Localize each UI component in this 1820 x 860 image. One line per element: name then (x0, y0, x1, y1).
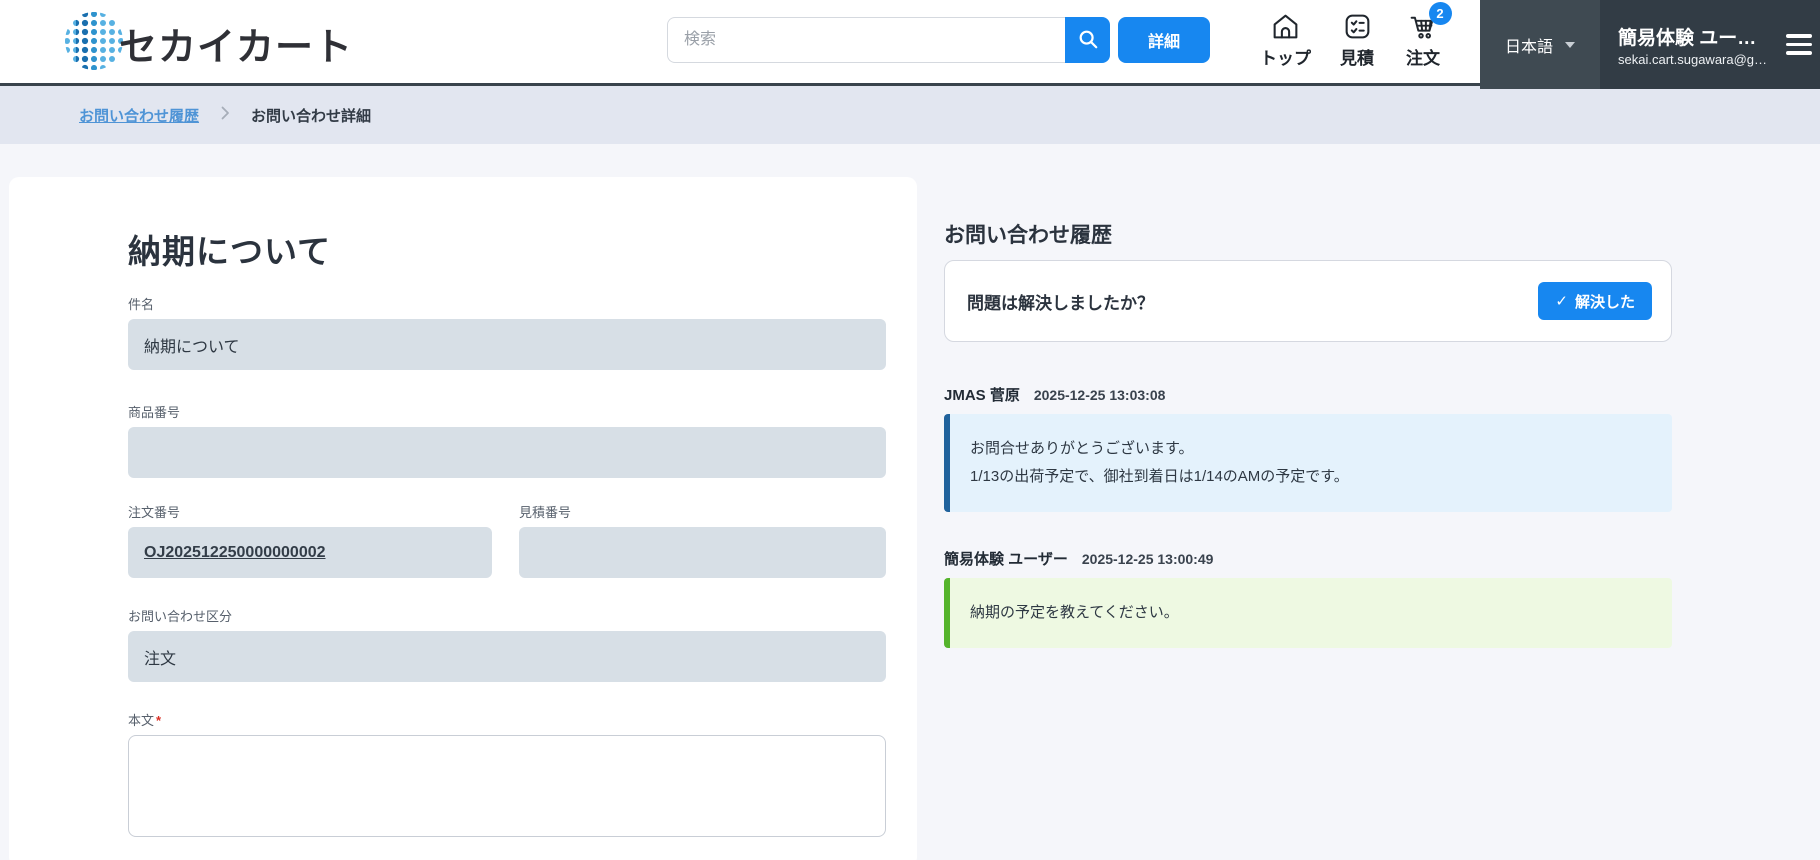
breadcrumb-current-page: お問い合わせ詳細 (251, 107, 372, 125)
message-line: 1/13の出荷予定で、御社到着日は1/14のAMの予定です。 (970, 468, 1349, 485)
home-icon (1270, 8, 1301, 42)
order-number-link[interactable]: OJ202512250000000002 (144, 544, 326, 562)
order-number-group: 注文番号 OJ202512250000000002 (128, 505, 492, 578)
product-number-field (128, 427, 886, 478)
message-author: 簡易体験 ユーザー (944, 551, 1068, 568)
inquiry-category-group: お問い合わせ区分 注文 (128, 609, 886, 682)
message-bubble-staff: お問合せありがとうございます。 1/13の出荷予定で、御社到着日は1/14のAM… (944, 414, 1672, 512)
language-selector[interactable]: 日本語 (1480, 0, 1600, 89)
user-email: sekai.cart.sugawara@g… (1618, 51, 1768, 67)
breadcrumb-chevron-icon (217, 105, 233, 125)
quote-number-label: 見積番号 (519, 505, 572, 520)
page-title: 納期について (128, 233, 332, 270)
subject-label: 件名 (128, 297, 155, 312)
inquiry-detail-card: 納期について 件名 納期について 商品番号 注文番号 OJ20251225000… (9, 177, 917, 860)
inquiry-history-panel: お問い合わせ履歴 問題は解決しましたか？ ✓ 解決した JMAS 菅原 2025… (944, 224, 1672, 648)
logo[interactable]: セカイカート (63, 10, 353, 77)
message-timestamp: 2025-12-25 13:03:08 (1033, 387, 1166, 403)
product-number-group: 商品番号 (128, 405, 886, 478)
app-header: セカイカート 詳細 トップ (0, 0, 1820, 89)
resolve-button[interactable]: ✓ 解決した (1538, 282, 1652, 320)
message-header: 簡易体験 ユーザー 2025-12-25 13:00:49 (944, 548, 1672, 569)
resolve-question: 問題は解決しましたか？ (967, 293, 1154, 313)
inquiry-category-label: お問い合わせ区分 (128, 609, 233, 624)
breadcrumb-link-history[interactable]: お問い合わせ履歴 (79, 105, 199, 126)
header-nav: トップ 見積 2 注文 (1260, 2, 1452, 69)
cart-count-badge: 2 (1428, 2, 1452, 25)
user-name: 簡易体験 ユー… (1618, 27, 1757, 49)
quote-number-field (519, 527, 886, 578)
order-number-label: 注文番号 (128, 505, 181, 520)
check-icon: ✓ (1555, 293, 1568, 310)
search-group: 詳細 (667, 17, 1210, 63)
logo-text: セカイカート (119, 27, 354, 69)
language-label: 日本語 (1504, 38, 1553, 56)
nav-item-quote[interactable]: 見積 (1337, 8, 1377, 69)
breadcrumb: お問い合わせ履歴 お問い合わせ詳細 (0, 86, 1820, 144)
hamburger-menu-icon[interactable] (1784, 30, 1814, 59)
resolve-card: 問題は解決しましたか？ ✓ 解決した (944, 260, 1672, 342)
history-title: お問い合わせ履歴 (944, 224, 1112, 247)
message-author: JMAS 菅原 (944, 387, 1020, 404)
body-label: 本文 * (128, 713, 162, 728)
message-timestamp: 2025-12-25 13:00:49 (1081, 551, 1214, 567)
message-header: JMAS 菅原 2025-12-25 13:03:08 (944, 384, 1672, 405)
search-button[interactable] (1065, 17, 1110, 63)
required-asterisk: * (156, 713, 162, 728)
message-bubble-user: 納期の予定を教えてください。 (944, 578, 1672, 648)
message-line: お問合せありがとうございます。 (970, 440, 1194, 457)
chevron-down-icon (1565, 41, 1575, 48)
search-icon (1077, 28, 1099, 53)
subject-field: 納期について (128, 319, 886, 370)
body-textarea[interactable] (128, 735, 886, 837)
quote-number-group: 見積番号 (519, 505, 886, 578)
product-number-label: 商品番号 (128, 405, 181, 420)
search-input[interactable] (667, 17, 1065, 63)
subject-group: 件名 納期について (128, 297, 886, 370)
user-menu[interactable]: 簡易体験 ユー… sekai.cart.sugawara@g… (1600, 0, 1820, 89)
main-content: 納期について 件名 納期について 商品番号 注文番号 OJ20251225000… (0, 144, 1820, 860)
user-panel: 日本語 簡易体験 ユー… sekai.cart.sugawara@g… (1480, 0, 1820, 89)
inquiry-category-field: 注文 (128, 631, 886, 682)
nav-item-order[interactable]: 2 注文 (1403, 2, 1452, 69)
search-detail-button[interactable]: 詳細 (1118, 17, 1210, 63)
nav-item-top[interactable]: トップ (1260, 8, 1311, 69)
checklist-icon (1342, 8, 1373, 42)
order-number-field: OJ202512250000000002 (128, 527, 492, 578)
cart-icon: 2 (1408, 2, 1452, 42)
logo-globe-icon (63, 10, 125, 77)
body-group: 本文 * (128, 713, 886, 842)
message-line: 納期の予定を教えてください。 (970, 604, 1179, 621)
